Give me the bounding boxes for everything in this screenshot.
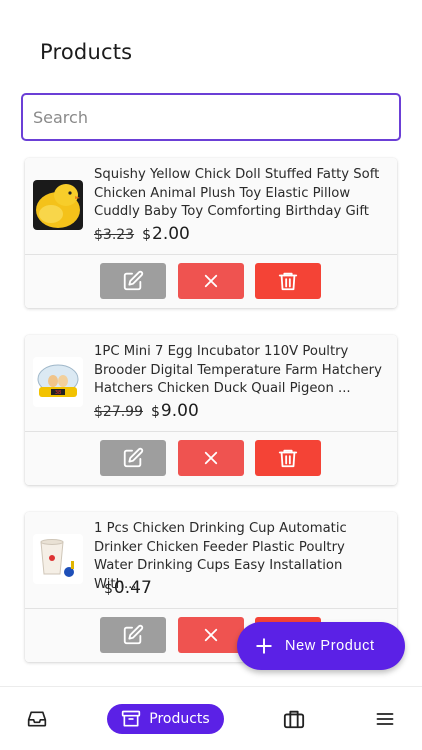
product-card-body[interactable]: 1 Pcs Chicken Drinking Cup Automatic Dri… bbox=[25, 512, 397, 608]
product-name: 1PC Mini 7 Egg Incubator 110V Poultry Br… bbox=[94, 344, 382, 396]
products-screen: Products Squishy Yellow Chick Doll Stuff… bbox=[0, 0, 422, 750]
sale-price: $2.00 bbox=[142, 224, 190, 244]
unpublish-button[interactable] bbox=[178, 263, 244, 299]
currency-symbol: $ bbox=[142, 227, 152, 243]
product-prices: $3.23 $2.00 bbox=[94, 224, 190, 244]
plus-icon bbox=[256, 638, 272, 654]
product-thumbnail bbox=[33, 180, 83, 230]
close-icon bbox=[204, 451, 218, 465]
sale-price-value: 0.47 bbox=[113, 578, 152, 598]
product-thumbnail: 38 bbox=[33, 357, 83, 407]
sale-price: $0.47 bbox=[104, 578, 152, 598]
trash-icon bbox=[278, 449, 298, 468]
search-box[interactable] bbox=[21, 93, 401, 141]
bottom-nav: Products bbox=[0, 686, 422, 750]
unpublish-button[interactable] bbox=[178, 617, 244, 653]
product-prices: $27.99 $9.00 bbox=[94, 401, 199, 421]
product-card: 38 1PC Mini 7 Egg Incubator 110V Poultry… bbox=[25, 335, 397, 485]
close-icon bbox=[204, 274, 218, 288]
nav-store[interactable] bbox=[279, 704, 309, 734]
delete-button[interactable] bbox=[255, 440, 321, 476]
edit-icon bbox=[123, 270, 144, 291]
product-card-body[interactable]: 38 1PC Mini 7 Egg Incubator 110V Poultry… bbox=[25, 335, 397, 431]
nav-orders[interactable] bbox=[22, 704, 52, 734]
sale-price-value: 9.00 bbox=[160, 401, 199, 421]
new-product-label: New Product bbox=[285, 638, 375, 654]
svg-text:38: 38 bbox=[55, 390, 61, 396]
search-input[interactable] bbox=[23, 95, 399, 139]
product-card-body[interactable]: Squishy Yellow Chick Doll Stuffed Fatty … bbox=[25, 158, 397, 254]
edit-button[interactable] bbox=[100, 440, 166, 476]
nav-products-label: Products bbox=[149, 711, 210, 727]
product-actions bbox=[25, 431, 397, 485]
page-title: Products bbox=[40, 40, 133, 64]
nav-products[interactable]: Products bbox=[107, 704, 224, 734]
nav-menu[interactable] bbox=[370, 704, 400, 734]
product-actions bbox=[25, 254, 397, 308]
edit-icon bbox=[123, 447, 144, 468]
currency-symbol: $ bbox=[151, 404, 160, 420]
archive-icon bbox=[122, 710, 141, 727]
sale-price-value: 2.00 bbox=[152, 224, 190, 244]
edit-icon bbox=[123, 624, 144, 645]
original-price: $3.23 bbox=[94, 227, 135, 243]
close-icon bbox=[204, 628, 218, 642]
currency-symbol: $ bbox=[104, 581, 113, 597]
original-price: $27.99 bbox=[94, 404, 143, 420]
delete-button[interactable] bbox=[255, 263, 321, 299]
menu-icon bbox=[376, 713, 394, 725]
unpublish-button[interactable] bbox=[178, 440, 244, 476]
product-prices: $0.47 bbox=[104, 578, 152, 598]
inbox-icon bbox=[27, 711, 47, 727]
new-product-button[interactable]: New Product bbox=[237, 622, 405, 670]
product-card: Squishy Yellow Chick Doll Stuffed Fatty … bbox=[25, 158, 397, 308]
edit-button[interactable] bbox=[100, 263, 166, 299]
trash-icon bbox=[278, 272, 298, 291]
product-thumbnail bbox=[33, 534, 83, 584]
briefcase-icon bbox=[283, 710, 305, 729]
sale-price: $9.00 bbox=[151, 401, 199, 421]
product-name: Squishy Yellow Chick Doll Stuffed Fatty … bbox=[94, 167, 380, 219]
edit-button[interactable] bbox=[100, 617, 166, 653]
